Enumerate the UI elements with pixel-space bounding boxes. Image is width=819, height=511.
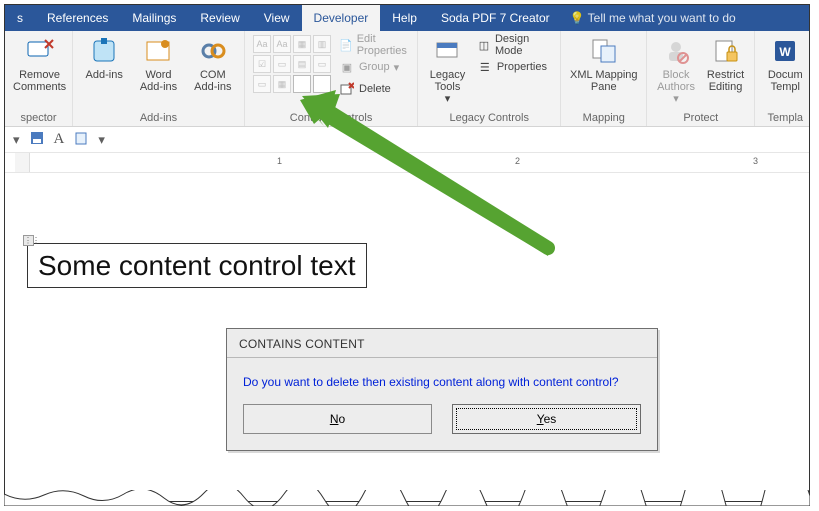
- dialog-title: CONTAINS CONTENT: [227, 329, 657, 358]
- design-mode-icon: ◫: [477, 37, 491, 53]
- group-label-legacy: Legacy Controls: [426, 110, 552, 124]
- qat-dropdown-icon[interactable]: ▾: [98, 132, 105, 148]
- delete-button[interactable]: Delete: [339, 79, 409, 99]
- xml-mapping-button[interactable]: XML Mapping Pane: [569, 35, 638, 93]
- group-label-template: Templa: [763, 110, 807, 124]
- qat-chevron-icon[interactable]: ▾: [13, 132, 20, 148]
- properties-button[interactable]: ☰ Properties: [477, 57, 552, 77]
- dialog-yes-button[interactable]: Yes: [452, 404, 641, 434]
- restrict-editing-label: Restrict Editing: [705, 69, 747, 93]
- group-label-addins: Add-ins: [81, 110, 236, 124]
- chevron-down-icon: ▾: [394, 61, 400, 74]
- dialog-message: Do you want to delete then existing cont…: [227, 358, 657, 404]
- confirm-dialog: CONTAINS CONTENT Do you want to delete t…: [226, 328, 658, 451]
- group-button[interactable]: ▣ Group ▾: [339, 57, 409, 77]
- document-template-label: Docum Templ: [763, 69, 807, 93]
- word-addins-button[interactable]: Word Add-ins: [135, 35, 181, 93]
- tab-sodapdf[interactable]: Soda PDF 7 Creator: [429, 5, 562, 31]
- group-btn-label: Group: [359, 61, 390, 73]
- group-label-protect: Protect: [655, 110, 746, 124]
- horizontal-ruler[interactable]: 1 2 3: [5, 153, 809, 173]
- qat-letter[interactable]: A: [54, 131, 65, 148]
- tell-me-label: Tell me what you want to do: [588, 11, 736, 25]
- legacy-tools-label: Legacy Tools: [426, 69, 469, 93]
- edit-properties-button[interactable]: 📄 Edit Properties: [339, 35, 409, 55]
- content-control-text[interactable]: Some content control text: [38, 250, 356, 281]
- content-control-box[interactable]: Some content control text: [27, 243, 367, 288]
- group-label-cc: Content Controls: [253, 110, 409, 124]
- qat-paste-icon[interactable]: [74, 131, 88, 148]
- tab-references[interactable]: References: [35, 5, 120, 31]
- word-addins-icon: [142, 35, 174, 67]
- com-addins-label: COM Add-ins: [190, 69, 236, 93]
- remove-comments-icon: [24, 35, 56, 67]
- tab-fragment[interactable]: s: [5, 5, 35, 31]
- torn-edge-decoration: [4, 490, 810, 506]
- edit-properties-label: Edit Properties: [357, 33, 409, 57]
- addins-label: Add-ins: [86, 69, 123, 81]
- svg-text:W: W: [780, 45, 792, 59]
- remove-comments-button[interactable]: Remove Comments: [13, 35, 66, 93]
- chevron-down-icon: ▾: [673, 93, 679, 105]
- addins-icon: [88, 35, 120, 67]
- tab-view[interactable]: View: [252, 5, 302, 31]
- addins-button[interactable]: Add-ins: [81, 35, 127, 81]
- group-label-mapping: Mapping: [569, 110, 638, 124]
- com-addins-icon: [197, 35, 229, 67]
- dialog-no-button[interactable]: No: [243, 404, 432, 434]
- design-mode-button[interactable]: ◫ Design Mode: [477, 35, 552, 55]
- xml-mapping-icon: [588, 35, 620, 67]
- xml-mapping-label: XML Mapping Pane: [569, 69, 638, 93]
- content-control-handle[interactable]: ⋮⋮: [23, 235, 34, 246]
- block-authors-button[interactable]: Block Authors▾: [655, 35, 697, 105]
- qat-save-icon[interactable]: [30, 131, 44, 148]
- group-icon: ▣: [339, 59, 355, 75]
- quick-access-toolbar: ▾ A ▾: [5, 127, 809, 153]
- restrict-editing-icon: [710, 35, 742, 67]
- content-control-gallery[interactable]: AaAa▦▥ ☑▭▤▭ ▭▦: [253, 35, 331, 93]
- word-addins-label: Word Add-ins: [135, 69, 181, 93]
- ruler-mark: 1: [277, 156, 282, 166]
- ribbon: Remove Comments spector Add-ins Word Add…: [5, 31, 809, 127]
- lightbulb-icon: 💡: [570, 11, 584, 25]
- restrict-editing-button[interactable]: Restrict Editing: [705, 35, 747, 93]
- word-template-icon: W: [769, 35, 801, 67]
- block-authors-icon: [660, 35, 692, 67]
- block-authors-label: Block Authors: [655, 69, 697, 93]
- delete-icon: [339, 81, 355, 97]
- legacy-tools-icon: [431, 35, 463, 67]
- tab-developer[interactable]: Developer: [302, 5, 381, 31]
- remove-comments-label: Remove Comments: [13, 69, 66, 93]
- tell-me-search[interactable]: 💡 Tell me what you want to do: [570, 5, 736, 31]
- properties-label: Properties: [497, 61, 547, 73]
- properties-list-icon: ☰: [477, 59, 493, 75]
- chevron-down-icon: ▾: [445, 93, 451, 105]
- legacy-tools-button[interactable]: Legacy Tools▾: [426, 35, 469, 105]
- tab-review[interactable]: Review: [188, 5, 251, 31]
- tab-mailings[interactable]: Mailings: [120, 5, 188, 31]
- properties-icon: 📄: [339, 37, 353, 53]
- document-template-button[interactable]: W Docum Templ: [763, 35, 807, 93]
- tab-help[interactable]: Help: [380, 5, 429, 31]
- design-mode-label: Design Mode: [495, 33, 552, 57]
- ribbon-tabs: s References Mailings Review View Develo…: [5, 5, 809, 31]
- ruler-mark: 2: [515, 156, 520, 166]
- com-addins-button[interactable]: COM Add-ins: [190, 35, 236, 93]
- delete-label: Delete: [359, 83, 391, 95]
- group-label-spector: spector: [13, 110, 64, 124]
- ruler-mark: 3: [753, 156, 758, 166]
